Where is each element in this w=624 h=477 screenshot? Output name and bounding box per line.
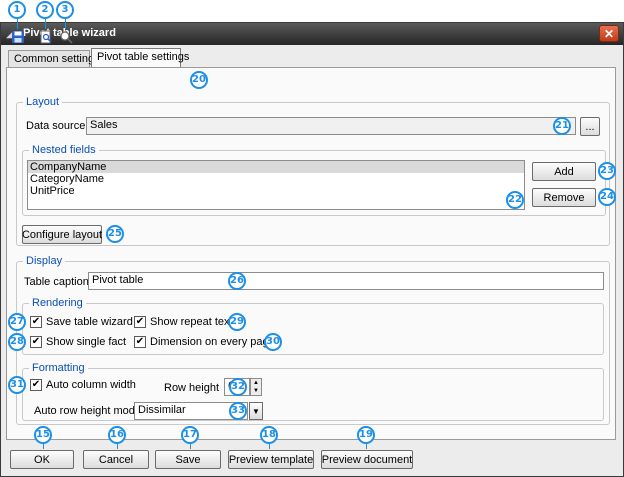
table-caption-field[interactable]: Pivot table xyxy=(88,272,604,290)
ok-button[interactable]: OK xyxy=(10,450,74,469)
preview-document-button[interactable]: Preview document xyxy=(321,450,413,469)
callout-21: 21 xyxy=(553,117,571,135)
preview-toolbar-button[interactable] xyxy=(37,28,55,46)
zoom-icon xyxy=(60,31,73,44)
auto-column-width-checkbox[interactable]: ✔ Auto column width xyxy=(30,379,136,391)
formatting-group-title: Formatting xyxy=(29,362,88,374)
save-icon xyxy=(12,31,24,43)
show-single-fact-checkbox[interactable]: ✔ Show single fact xyxy=(30,336,126,348)
tab-common-settings[interactable]: Common settings xyxy=(8,50,100,67)
callout-line-16 xyxy=(117,444,118,449)
auto-row-height-mode-dropdown[interactable]: ▼ xyxy=(249,402,263,420)
callout-2: 2 xyxy=(36,1,54,19)
dimension-every-page-label: Dimension on every page xyxy=(150,336,275,348)
show-single-fact-label: Show single fact xyxy=(46,336,127,348)
tab-pivot-table-settings[interactable]: Pivot table settings xyxy=(91,48,189,68)
preview-template-button[interactable]: Preview template xyxy=(228,450,314,469)
callout-25: 25 xyxy=(106,225,124,243)
callout-16: 16 xyxy=(108,426,126,444)
data-source-label: Data source xyxy=(26,120,86,132)
row-height-stepper[interactable]: ▲ ▼ xyxy=(250,378,262,396)
callout-28: 28 xyxy=(8,333,26,351)
callout-30: 30 xyxy=(264,333,282,351)
close-button[interactable]: ✕ xyxy=(599,25,619,42)
configure-layout-button[interactable]: Configure layout xyxy=(22,225,102,244)
rendering-group-title: Rendering xyxy=(29,297,86,309)
callout-33: 33 xyxy=(229,402,247,420)
show-single-fact-box[interactable]: ✔ xyxy=(30,336,42,348)
nested-field-categoryname[interactable]: CategoryName xyxy=(28,173,524,185)
callout-31: 31 xyxy=(8,376,26,394)
callout-line-19 xyxy=(366,444,367,449)
browse-data-source-button[interactable]: ... xyxy=(580,117,600,136)
callout-3: 3 xyxy=(56,1,74,19)
callout-22: 22 xyxy=(506,191,524,209)
show-repeat-text-label: Show repeat text xyxy=(150,316,233,328)
callout-17: 17 xyxy=(181,426,199,444)
callout-27: 27 xyxy=(8,313,26,331)
callout-1: 1 xyxy=(8,1,26,19)
add-field-button[interactable]: Add xyxy=(532,162,596,181)
auto-column-width-label: Auto column width xyxy=(46,379,136,391)
data-source-field[interactable]: Sales xyxy=(86,117,576,135)
layout-group-title: Layout xyxy=(23,96,63,108)
callout-18: 18 xyxy=(260,426,278,444)
callout-26: 26 xyxy=(228,272,246,290)
remove-field-button[interactable]: Remove xyxy=(532,188,596,207)
cancel-button[interactable]: Cancel xyxy=(83,450,149,469)
callout-29: 29 xyxy=(228,313,246,331)
nested-fields-title: Nested fields xyxy=(29,144,99,156)
preview-icon xyxy=(40,30,52,44)
callout-line-18 xyxy=(269,444,270,449)
dimension-every-page-box[interactable]: ✔ xyxy=(134,336,146,348)
title-bar[interactable]: ◢ Pivot table wizard ✕ xyxy=(1,23,623,45)
callout-line-15 xyxy=(43,444,44,449)
display-group-title: Display xyxy=(23,255,66,267)
stepper-up-icon[interactable]: ▲ xyxy=(253,380,259,386)
save-button[interactable]: Save xyxy=(155,450,221,469)
show-repeat-text-checkbox[interactable]: ✔ Show repeat text xyxy=(134,316,233,328)
nested-field-unitprice[interactable]: UnitPrice xyxy=(28,185,524,197)
save-toolbar-button[interactable] xyxy=(9,28,27,46)
callout-line-17 xyxy=(190,444,191,449)
auto-column-width-box[interactable]: ✔ xyxy=(30,379,42,391)
auto-row-height-mode-label: Auto row height mode xyxy=(34,405,142,417)
callout-23: 23 xyxy=(598,162,616,180)
callout-19: 19 xyxy=(357,426,375,444)
save-table-wizard-label: Save table wizard xyxy=(46,316,133,328)
callout-32: 32 xyxy=(229,378,247,396)
callout-line-1 xyxy=(17,19,18,29)
row-height-label: Row height xyxy=(164,382,220,394)
close-icon: ✕ xyxy=(603,26,615,41)
dimension-every-page-checkbox[interactable]: ✔ Dimension on every page xyxy=(134,336,275,348)
callout-24: 24 xyxy=(598,188,616,206)
stepper-down-icon[interactable]: ▼ xyxy=(253,388,259,394)
save-table-wizard-box[interactable]: ✔ xyxy=(30,316,42,328)
callout-line-3 xyxy=(65,19,66,29)
chevron-down-icon: ▼ xyxy=(252,406,260,416)
show-repeat-text-box[interactable]: ✔ xyxy=(134,316,146,328)
zoom-toolbar-button[interactable] xyxy=(57,28,75,46)
nested-fields-list[interactable]: CompanyName CategoryName UnitPrice xyxy=(27,160,525,210)
save-table-wizard-checkbox[interactable]: ✔ Save table wizard xyxy=(30,316,133,328)
table-caption-label: Table caption xyxy=(24,276,89,288)
callout-20: 20 xyxy=(190,71,208,89)
nested-field-companyname[interactable]: CompanyName xyxy=(28,161,524,173)
callout-15: 15 xyxy=(34,426,52,444)
callout-line-2 xyxy=(45,19,46,29)
